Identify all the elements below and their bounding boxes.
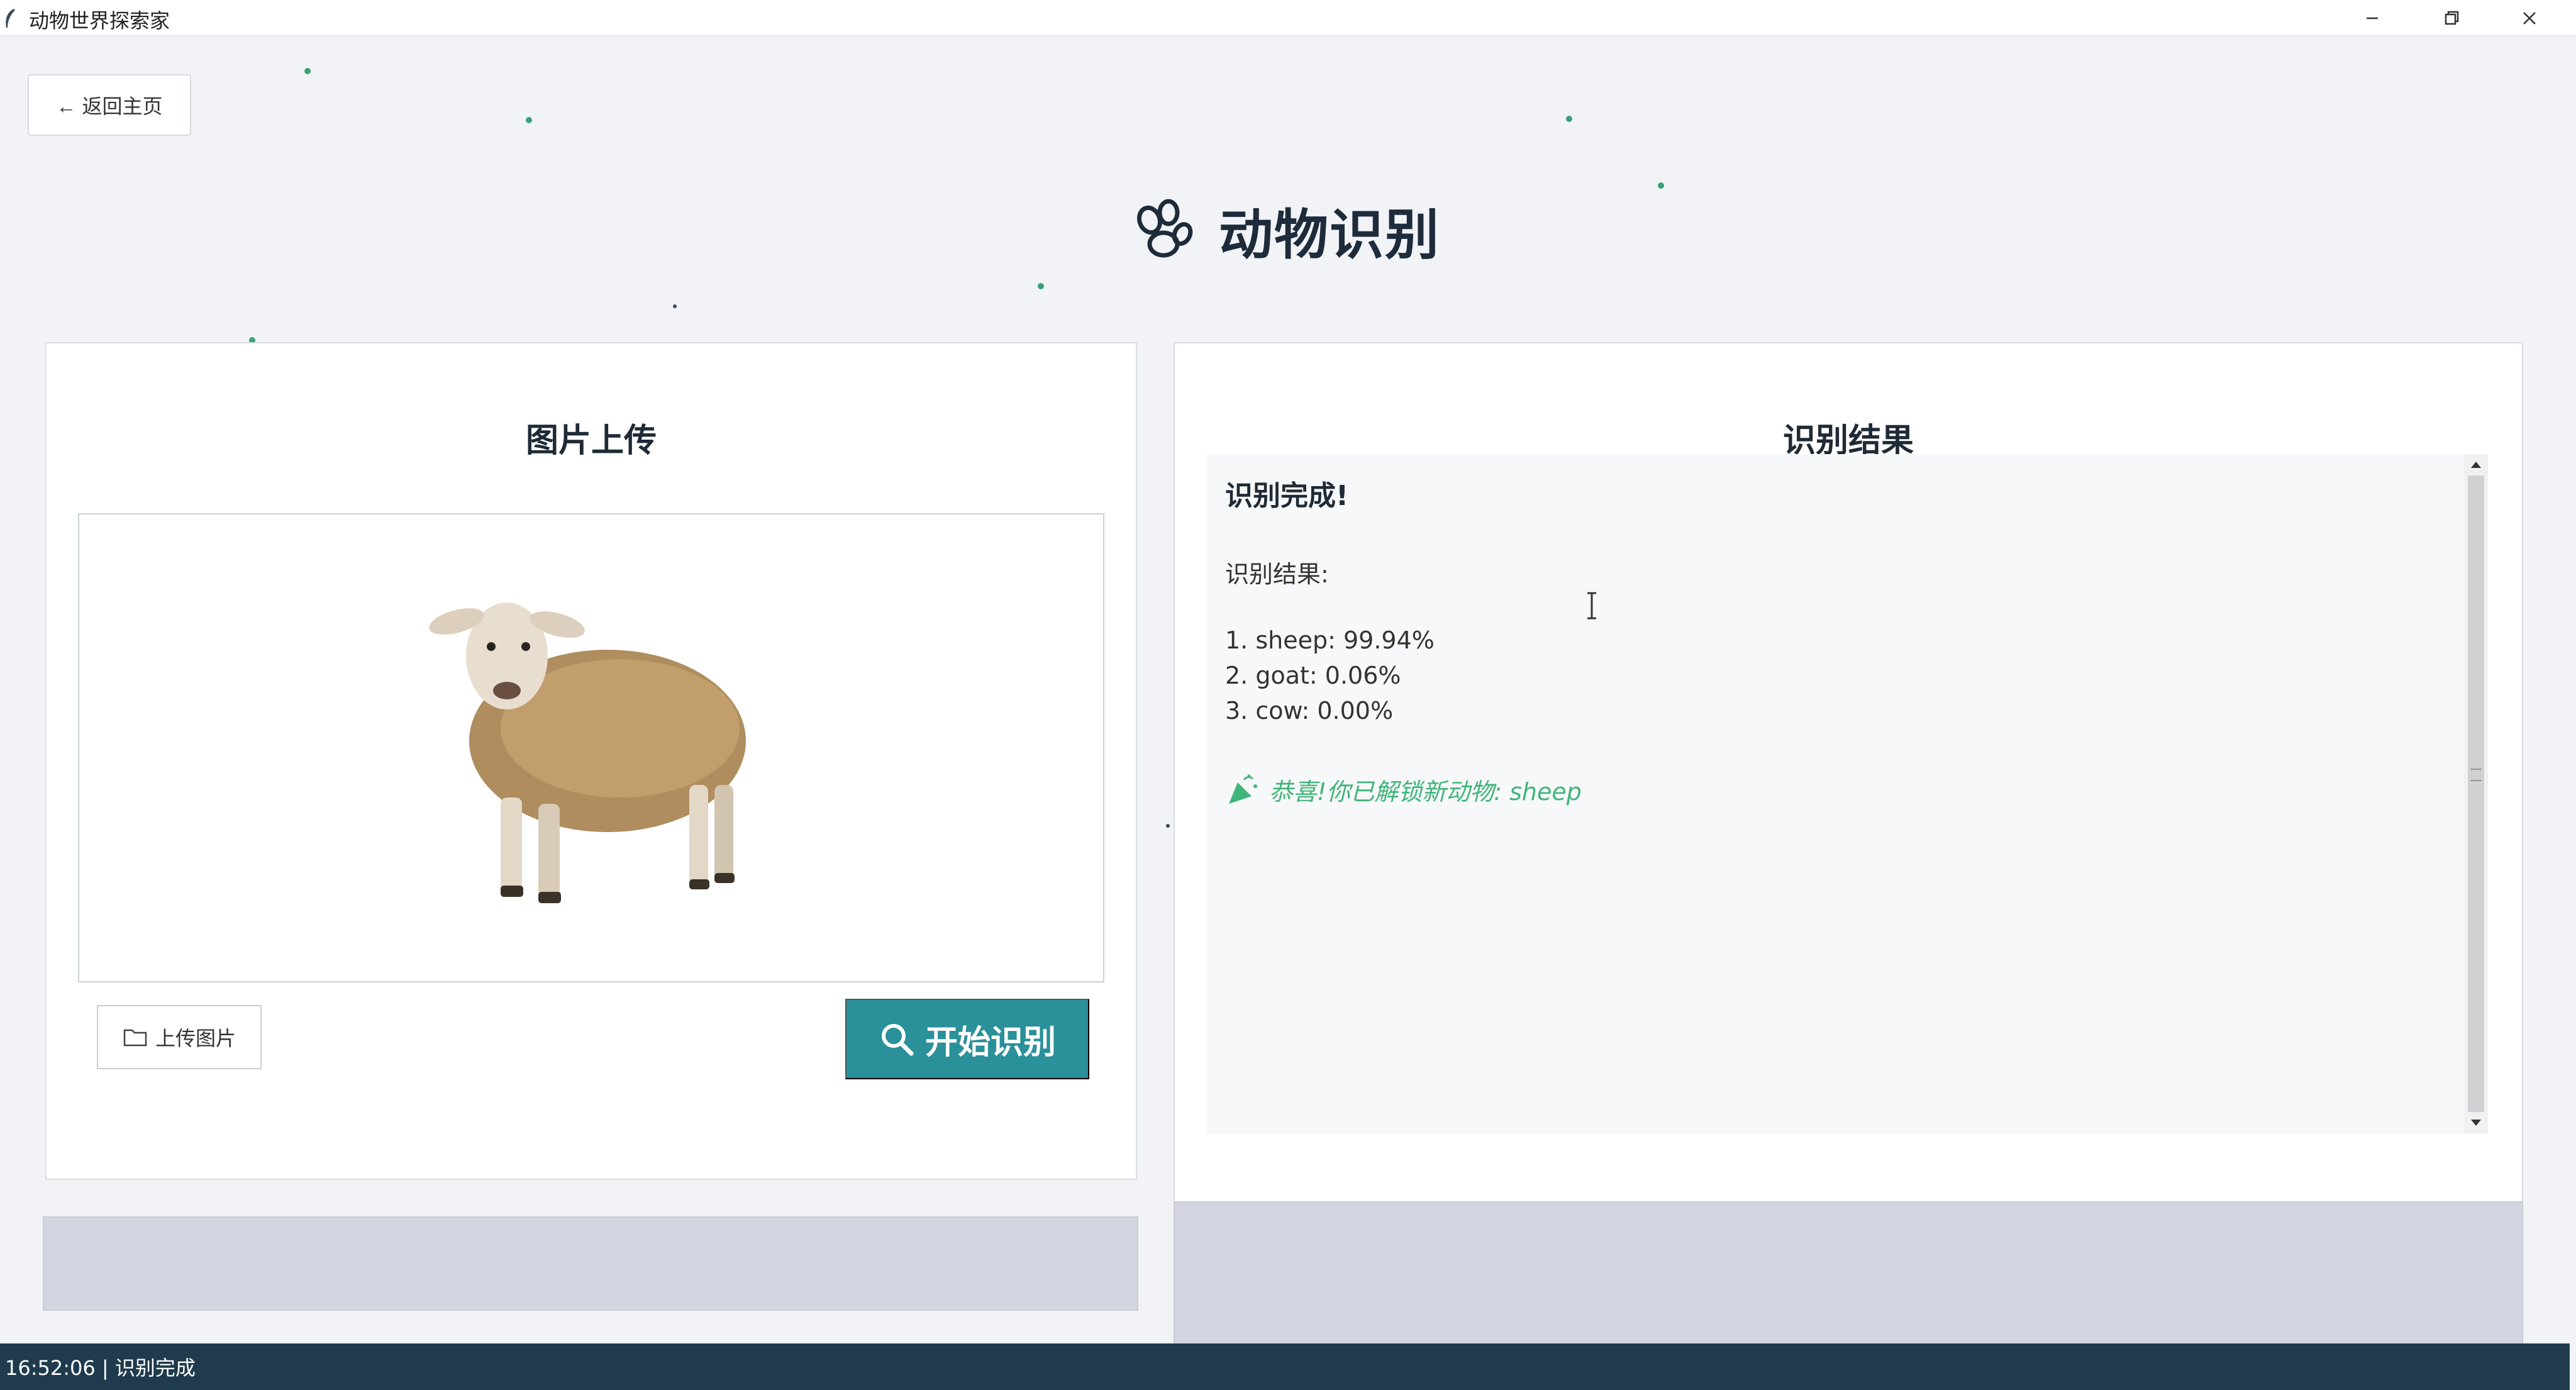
particle-dot: [304, 68, 311, 74]
particle-dot: [1658, 182, 1664, 189]
restore-icon: [2445, 11, 2459, 25]
upload-image-button[interactable]: 上传图片: [97, 1005, 262, 1069]
result-scrollbar[interactable]: [2464, 454, 2488, 1133]
folder-icon: [123, 1029, 147, 1047]
page-title: 动物识别: [1219, 203, 1440, 267]
app-window: 动物世界探索家 ← 返回主页 动物识别 图片上传 上传图片 开始识别 识别结果 …: [0, 0, 2576, 1390]
particle-dot: [673, 304, 677, 308]
text-cursor-icon: [1587, 592, 1596, 620]
restore-button[interactable]: [2414, 0, 2489, 36]
feather-icon: [6, 9, 15, 28]
search-icon: [881, 1024, 914, 1056]
minimize-icon: [2367, 17, 2378, 19]
back-to-home-button[interactable]: ← 返回主页: [28, 74, 191, 136]
upload-progress-area: [43, 1216, 1138, 1311]
particle-dot: [526, 117, 532, 123]
paw-icon: [1136, 199, 1193, 258]
result-label: 识别结果:: [1225, 560, 1329, 588]
close-icon: [2523, 12, 2536, 25]
scroll-up-icon[interactable]: [2467, 455, 2485, 474]
particle-dot: [1166, 824, 1170, 828]
result-text-area[interactable]: 识别完成! 识别结果: 1. sheep: 99.94% 2. goat: 0.…: [1206, 454, 2464, 1133]
upload-panel: 图片上传 上传图片 开始识别: [45, 342, 1137, 1180]
status-bar: 16:52:06 | 识别完成: [0, 1343, 2570, 1390]
result-progress-area: [1174, 1201, 2523, 1345]
start-recognition-button[interactable]: 开始识别: [845, 999, 1089, 1079]
status-text: 16:52:06 | 识别完成: [5, 1356, 196, 1380]
sheep-image: [429, 603, 746, 903]
result-item-3: 3. cow: 0.00%: [1225, 697, 1394, 725]
upload-panel-title: 图片上传: [525, 422, 657, 460]
result-heading: 识别完成!: [1225, 480, 1349, 512]
start-recognition-label: 开始识别: [924, 1024, 1056, 1061]
result-panel: 识别结果 识别完成! 识别结果: 1. sheep: 99.94% 2. goa…: [1174, 342, 2523, 1203]
minimize-button[interactable]: [2334, 0, 2410, 36]
close-button[interactable]: [2492, 0, 2567, 36]
result-item-2: 2. goat: 0.06%: [1225, 662, 1401, 689]
particle-dot: [1566, 116, 1572, 122]
scroll-thumb[interactable]: [2468, 475, 2484, 1112]
window-title: 动物世界探索家: [29, 9, 170, 33]
upload-image-label: 上传图片: [155, 1027, 236, 1050]
unlock-message: 恭喜!你已解锁新动物: sheep: [1225, 772, 1582, 807]
title-bar: 动物世界探索家: [0, 0, 2576, 36]
scroll-grip: [2470, 769, 2482, 781]
party-popper-icon: [1229, 774, 1257, 804]
unlock-message-text: 恭喜!你已解锁新动物: sheep: [1269, 778, 1582, 806]
page-header: 动物识别: [1132, 182, 1440, 277]
scroll-down-icon[interactable]: [2467, 1113, 2485, 1132]
result-item-1: 1. sheep: 99.94%: [1225, 626, 1435, 654]
particle-dot: [1038, 283, 1044, 289]
image-preview: [78, 513, 1104, 982]
main-content: ← 返回主页 动物识别 图片上传 上传图片 开始识别 识别结果 识别完成! 识别…: [0, 38, 2576, 1345]
